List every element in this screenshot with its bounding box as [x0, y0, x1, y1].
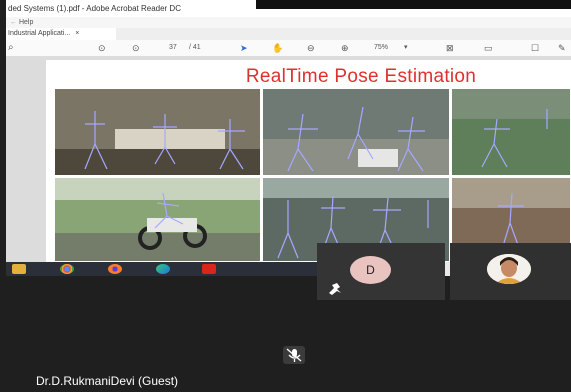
pose-photo-meeting [54, 88, 261, 176]
windows-taskbar [6, 262, 321, 276]
file-explorer-icon[interactable] [12, 264, 26, 274]
meeting-stage: ded Systems (1).pdf - Adobe Acrobat Read… [0, 0, 571, 392]
window-titlebar: ded Systems (1).pdf - Adobe Acrobat Read… [6, 0, 571, 17]
tab-label: Industrial Applicati... [8, 30, 71, 37]
select-cursor-icon[interactable]: ➤ [240, 43, 248, 53]
reader-toolbar: ⌕ ⊙ ⊙ 37 / 41 ➤ ✋ ⊖ ⊕ 75% ▾ ⊠ ▭ ☐ ✎ [6, 40, 571, 57]
menu-bar: ← Help [6, 17, 571, 28]
slide-title: RealTime Pose Estimation [245, 66, 477, 87]
page-up-icon[interactable]: ⊙ [98, 43, 106, 53]
pin-icon[interactable] [326, 282, 344, 296]
presenter-name-label: Dr.D.RukmaniDevi (Guest) [36, 374, 179, 388]
tab-close-icon[interactable]: × [75, 30, 79, 37]
menu-help[interactable]: Help [19, 19, 33, 26]
pose-photo-group [262, 88, 450, 176]
titlebar-dark-region [256, 0, 571, 9]
acrobat-icon[interactable] [202, 264, 216, 274]
page-total: / 41 [189, 44, 201, 51]
zoom-dropdown-icon[interactable]: ▾ [404, 43, 408, 53]
comment-icon[interactable]: ▭ [484, 43, 493, 53]
document-tabbar: Industrial Applicati... × [6, 28, 571, 40]
profile-photo [487, 254, 531, 284]
shared-screen: ded Systems (1).pdf - Adobe Acrobat Read… [6, 0, 571, 276]
chrome-icon[interactable] [60, 264, 74, 274]
zoom-in-icon[interactable]: ⊕ [341, 43, 349, 53]
slide-page: RealTime Pose Estimation [46, 60, 571, 262]
page-number-input[interactable]: 37 [169, 43, 177, 53]
pose-photo-motorcycle [54, 177, 261, 262]
hand-tool-icon[interactable]: ✋ [272, 43, 283, 53]
fit-page-icon[interactable]: ⊠ [446, 43, 454, 53]
window-title: ded Systems (1).pdf - Adobe Acrobat Read… [8, 4, 181, 13]
zoom-level[interactable]: 75% [374, 43, 388, 53]
pose-photo-sports [451, 88, 571, 176]
search-icon[interactable]: ⌕ [8, 43, 14, 53]
zoom-out-icon[interactable]: ⊖ [307, 43, 315, 53]
firefox-icon[interactable] [108, 264, 122, 274]
page-down-icon[interactable]: ⊙ [132, 43, 140, 53]
document-tab[interactable]: Industrial Applicati... × [6, 28, 116, 40]
mic-off-icon[interactable] [283, 346, 305, 364]
edge-icon[interactable] [156, 264, 170, 274]
participant-avatar-d: D [350, 256, 391, 284]
sign-icon[interactable]: ✎ [558, 43, 566, 53]
comment-tool-icon[interactable]: ☐ [531, 43, 539, 53]
